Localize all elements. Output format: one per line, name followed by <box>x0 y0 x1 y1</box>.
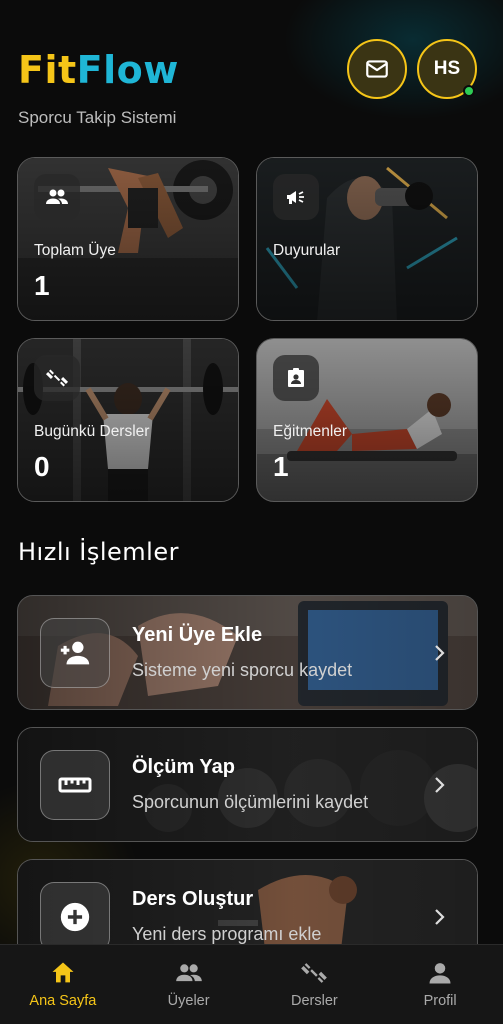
megaphone-icon <box>287 191 304 204</box>
badge-icon <box>288 368 304 387</box>
stat-icon-box <box>273 174 319 220</box>
nav-item-profile[interactable]: Profil <box>377 945 503 1024</box>
action-description: Sisteme yeni sporcu kaydet <box>132 660 353 680</box>
person-icon <box>429 963 451 984</box>
nav-item-home[interactable]: Ana Sayfa <box>0 945 126 1024</box>
action-description: Yeni ders programı ekle <box>132 924 322 944</box>
dumbbell-icon <box>301 963 328 983</box>
group-icon <box>46 189 68 204</box>
nav-item-members[interactable]: Üyeler <box>126 945 252 1024</box>
action-title: Yeni Üye Ekle <box>132 624 263 646</box>
bottom-navigation: Ana Sayfa Üyeler Dersler Profil <box>0 944 503 1024</box>
mail-icon <box>366 60 388 78</box>
app-header: FitFlow Sporcu Takip Sistemi HS <box>0 0 503 140</box>
logo-part-fit: Fit <box>18 48 77 92</box>
stat-card-trainers[interactable]: Eğitmenler 1 <box>256 338 478 502</box>
ruler-icon <box>58 777 92 793</box>
stat-icon-box <box>34 174 80 220</box>
stat-label: Toplam Üye <box>34 242 116 259</box>
stat-card-announcements[interactable]: Duyurular <box>256 157 478 321</box>
action-add-member[interactable]: Yeni Üye Ekle Sisteme yeni sporcu kaydet <box>17 595 478 710</box>
chevron-right-icon <box>435 777 445 793</box>
stat-label: Eğitmenler <box>273 423 348 440</box>
action-title: Ölçüm Yap <box>132 756 236 778</box>
app-subtitle: Sporcu Takip Sistemi <box>18 108 177 127</box>
stat-value: 1 <box>34 270 50 301</box>
action-icon-box <box>40 750 110 820</box>
person-add-icon <box>60 641 90 665</box>
action-icon-box <box>40 882 110 952</box>
nav-label: Dersler <box>291 993 338 1009</box>
stat-value: 0 <box>34 451 50 482</box>
nav-label: Üyeler <box>167 993 210 1009</box>
nav-item-lessons[interactable]: Dersler <box>252 945 378 1024</box>
stat-icon-box <box>273 355 319 401</box>
stat-card-total-members[interactable]: Toplam Üye 1 <box>17 157 239 321</box>
messages-button[interactable] <box>347 39 407 99</box>
dumbbell-icon <box>45 369 69 387</box>
action-measurement[interactable]: Ölçüm Yap Sporcunun ölçümlerini kaydet <box>17 727 478 842</box>
online-status-dot <box>463 85 475 97</box>
chevron-right-icon <box>435 645 445 661</box>
stat-label: Duyurular <box>273 242 341 259</box>
add-circle-icon <box>60 902 90 932</box>
nav-label: Ana Sayfa <box>29 993 97 1009</box>
stat-card-todays-lessons[interactable]: Bugünkü Dersler 0 <box>17 338 239 502</box>
action-title: Ders Oluştur <box>132 888 254 910</box>
nav-label: Profil <box>423 993 457 1009</box>
stat-label: Bugünkü Dersler <box>34 423 150 440</box>
stat-value: 1 <box>273 451 289 482</box>
chevron-right-icon <box>435 909 445 925</box>
section-title-quick-actions: Hızlı İşlemler <box>18 538 179 566</box>
logo-part-flow: Flow <box>76 48 179 92</box>
action-icon-box <box>40 618 110 688</box>
app-logo: FitFlow <box>18 48 179 92</box>
stat-icon-box <box>34 355 80 401</box>
home-icon <box>52 962 74 983</box>
action-description: Sporcunun ölçümlerini kaydet <box>132 792 369 812</box>
group-icon <box>175 964 202 982</box>
